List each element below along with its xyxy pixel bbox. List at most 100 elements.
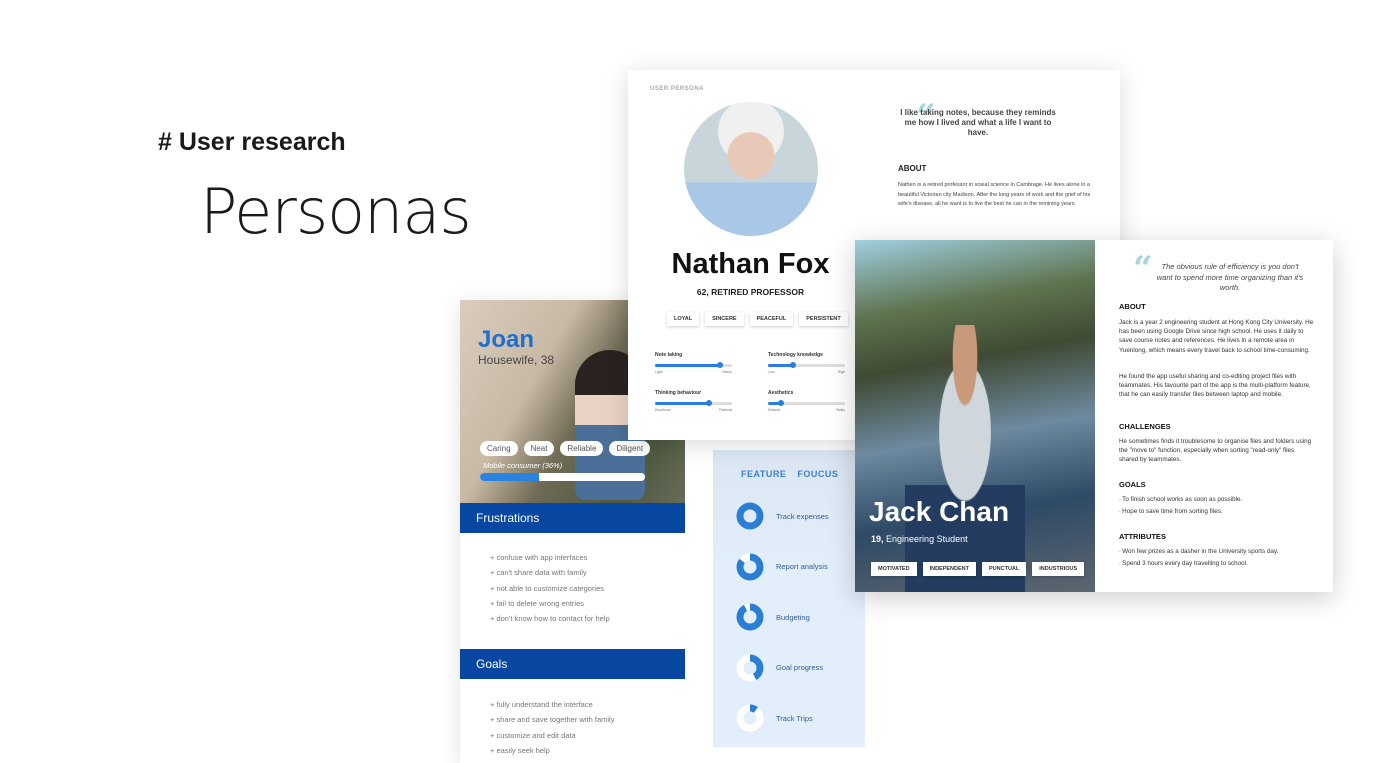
trait-tag: MOTIVATED	[871, 562, 917, 576]
list-item: + customize and edit data	[490, 730, 576, 740]
slider-label: Aesthetics	[768, 390, 794, 396]
persona-quote: I like taking notes, because they remind…	[900, 108, 1056, 137]
persona-age: 19,	[871, 534, 884, 544]
trait-slider: Technology knowledge Low High	[768, 352, 845, 374]
slider-min-label: Emotional	[655, 408, 671, 412]
trait-chip: Neat	[523, 441, 555, 456]
persona-age-role: 19, Engineering Student	[871, 534, 968, 544]
goals-list: + fully understand the interface + share…	[490, 697, 614, 758]
list-item: Spend 3 hours every day travelling to sc…	[1119, 558, 1278, 570]
goals-list: To finish school works as soon as possib…	[1119, 494, 1242, 518]
trait-chip: Diligent	[609, 441, 651, 456]
slider-thumb	[705, 400, 712, 406]
list-item: + can't share data with family	[490, 568, 587, 578]
donut-fill	[736, 502, 764, 530]
feature-label: Track expenses	[776, 511, 829, 521]
list-item: + confuse with app interfaces	[490, 553, 588, 562]
challenges-text: He sometimes finds it troublesome to org…	[1119, 438, 1312, 464]
about-text-2: He found the app useful sharing and co-e…	[1119, 373, 1311, 399]
donut-fill	[736, 603, 764, 631]
goals-heading: GOALS	[1119, 480, 1146, 489]
feature-item: Budgeting	[736, 603, 810, 631]
slider-min-label: Light	[655, 370, 663, 374]
trait-tag: PEACEFUL	[749, 312, 794, 326]
trait-tag: PERSISTENT	[799, 312, 848, 326]
list-item: + easily seek help	[490, 745, 550, 755]
feature-label: Report analysis	[776, 562, 828, 571]
slider-label: Technology knowledge	[768, 352, 823, 358]
trait-tag: PUNCTUAL	[982, 562, 1027, 576]
goals-header: Goals	[460, 649, 685, 679]
challenges-heading: CHALLENGES	[1119, 422, 1171, 431]
trait-slider: Aesthetics Minimal Bulky	[768, 390, 845, 412]
slider-label: Thinking behaviour	[655, 390, 702, 396]
feature-item: Goal progress	[736, 654, 823, 682]
list-item: To finish school works as soon as possib…	[1119, 494, 1242, 506]
frustrations-list: + confuse with app interfaces + can't sh…	[490, 550, 610, 626]
donut-chart-icon	[736, 704, 764, 732]
slider-max-label: Heavy	[722, 370, 732, 374]
slider-max-label: High	[837, 370, 845, 374]
persona-name: Nathan Fox	[671, 248, 830, 280]
donut-chart-icon	[736, 553, 764, 580]
slider-track	[655, 362, 732, 368]
slider-track	[655, 400, 732, 406]
donut-chart-icon	[736, 603, 764, 631]
slider-min-label: Low	[768, 370, 775, 374]
consumer-label: Mobile consumer (36%)	[483, 461, 563, 470]
trait-tag: INDEPENDENT	[922, 562, 976, 576]
about-text: Jack is a year 2 engineering student at …	[1119, 319, 1314, 354]
slider-track	[768, 400, 845, 406]
feature-item: Report analysis	[736, 553, 828, 581]
trait-chip: Caring	[480, 441, 518, 456]
trait-slider: Note taking Light Heavy	[655, 352, 732, 374]
donut-chart-icon	[736, 502, 764, 530]
about-heading: ABOUT	[1119, 302, 1146, 311]
card-label: USER PERSONA	[650, 86, 705, 92]
section-tag: # User research	[158, 128, 346, 156]
feature-item: Track Trips	[736, 704, 813, 732]
slider-thumb	[717, 362, 724, 368]
persona-name: Joan	[478, 326, 535, 353]
persona-age-role: 62, RETIRED PROFESSOR	[696, 287, 805, 297]
list-item: + fully understand the interface	[490, 700, 593, 709]
consumer-progress-bar	[480, 473, 645, 481]
persona-quote: The obvious rule of efficiency is you do…	[1156, 262, 1304, 292]
slider-max-label: Rational	[719, 408, 732, 412]
persona-name: Jack Chan	[869, 496, 1010, 527]
feature-focus-title: FEATURE FOUCUS	[741, 469, 839, 479]
list-item: Hope to save time from sorting files.	[1119, 506, 1242, 518]
attributes-list: Won few prizes as a dasher in the Univer…	[1119, 546, 1278, 570]
attributes-heading: ATTRIBUTES	[1119, 532, 1166, 541]
slider-label: Note taking	[655, 352, 683, 358]
feature-label: Budgeting	[776, 612, 810, 622]
feature-label: Track Trips	[776, 713, 813, 723]
trait-slider: Thinking behaviour Emotional Rational	[655, 390, 732, 412]
trait-tag: LOYAL	[667, 312, 700, 326]
frustrations-header: Frustrations	[460, 503, 685, 533]
list-item: + don't know how to contact for help	[490, 614, 610, 624]
donut-chart-icon	[736, 654, 764, 681]
persona-subtitle: Housewife, 38	[478, 353, 555, 367]
feature-focus-panel: FEATURE FOUCUS Track expenses Report anal…	[713, 450, 865, 747]
list-item: + not able to customize categories	[490, 583, 605, 593]
slider-thumb	[790, 362, 797, 368]
slider-min-label: Minimal	[768, 408, 781, 412]
nathan-avatar	[684, 102, 818, 236]
page-title: Personas	[200, 175, 472, 248]
slider-track	[768, 362, 845, 368]
trait-chip: Reliable	[560, 441, 604, 456]
feature-item: Track expenses	[736, 502, 829, 530]
about-heading: ABOUT	[898, 164, 927, 173]
trait-tag: INDUSTRIOUS	[1032, 562, 1085, 576]
person-figure	[905, 325, 1025, 592]
list-item: Won few prizes as a dasher in the Univer…	[1119, 546, 1278, 558]
slider-max-label: Bulky	[836, 408, 845, 412]
quote-mark-icon: “	[1133, 249, 1153, 289]
feature-label: Goal progress	[776, 663, 824, 672]
persona-card-jack: Jack Chan 19, Engineering Student MOTIVA…	[855, 240, 1333, 592]
about-text: Nathen is a retired professor in sosial …	[898, 182, 1091, 208]
trait-tag: SINCERE	[705, 312, 744, 326]
list-item: + share and save together with family	[490, 715, 615, 725]
list-item: + fail to delete wrong entries	[490, 598, 585, 608]
